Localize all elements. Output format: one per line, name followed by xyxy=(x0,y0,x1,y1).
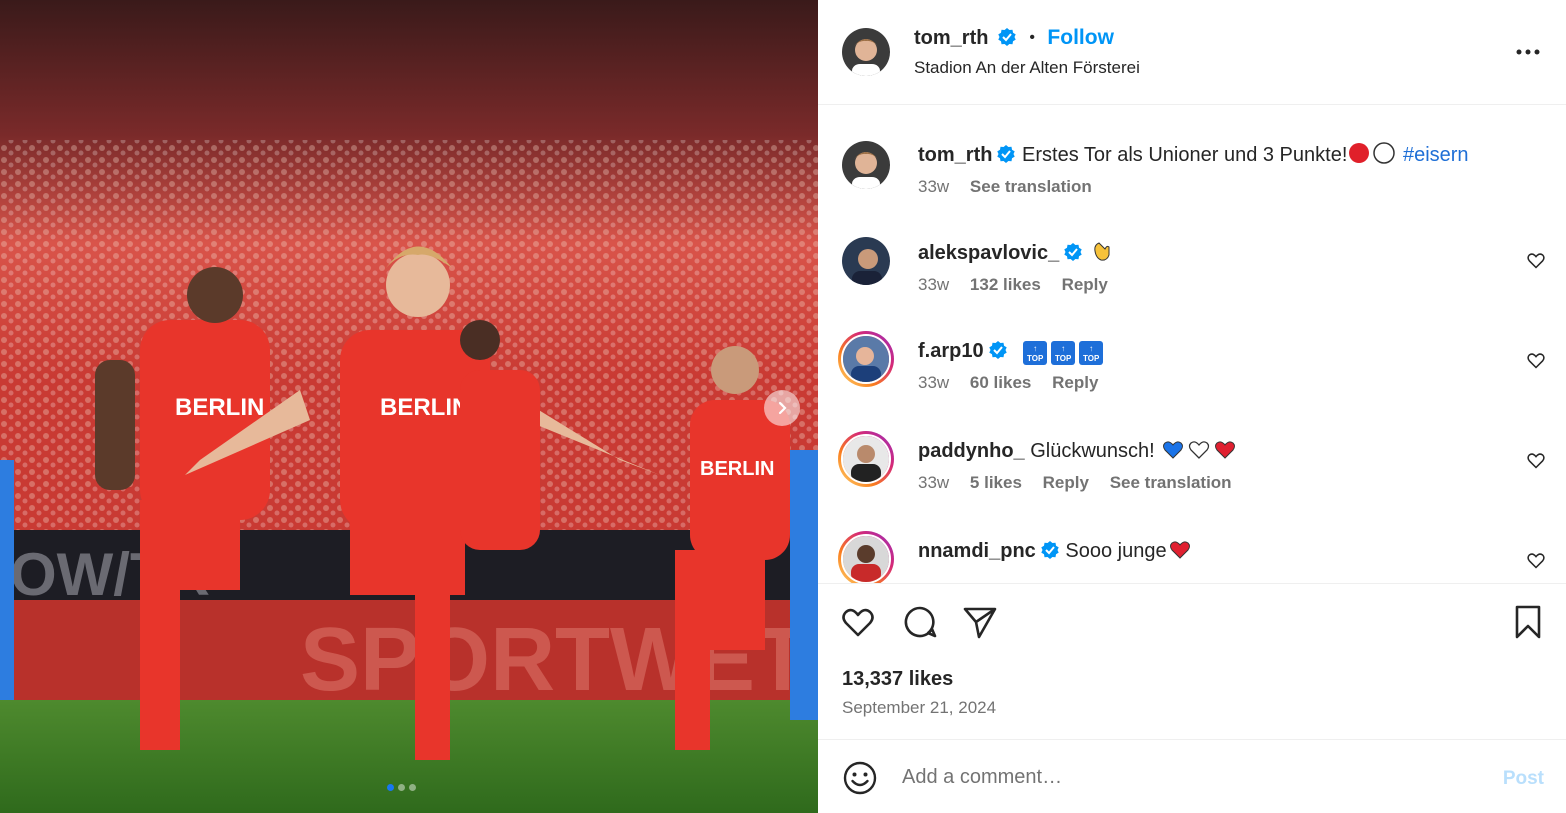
comment-time: 33w xyxy=(918,473,950,492)
comment-avatar-story[interactable] xyxy=(838,331,894,387)
emoji-picker-icon[interactable] xyxy=(842,760,878,796)
top-arrow-icon: ↑ TOP xyxy=(1051,341,1076,365)
post-date: September 21, 2024 xyxy=(842,698,997,717)
carousel-indicator xyxy=(387,784,416,791)
comment-item: paddynho_ Glückwunsch! 33w 5 likes Reply… xyxy=(918,437,1518,493)
author-username[interactable]: tom_rth xyxy=(914,27,988,49)
avatar-image xyxy=(842,28,890,76)
comment-input[interactable] xyxy=(902,762,1462,792)
comment-item: nnamdi_pnc Sooo junge xyxy=(918,537,1518,565)
avatar-image xyxy=(843,536,889,582)
verified-badge-icon xyxy=(988,341,1007,359)
like-comment-heart-icon[interactable] xyxy=(1526,250,1546,270)
blue-heart-icon xyxy=(1163,441,1184,459)
comment-username[interactable]: paddynho_ xyxy=(918,440,1025,462)
comment-item: alekspavlovic_ 33w 132 likes Reply xyxy=(918,237,1518,295)
comment-likes[interactable]: 132 likes xyxy=(970,275,1041,294)
caption-avatar[interactable] xyxy=(842,141,890,189)
top-arrow-icon: ↑ TOP xyxy=(1079,341,1104,365)
verified-badge-icon xyxy=(1064,243,1082,261)
caption-text: Erstes Tor als Unioner und 3 Punkte! xyxy=(1022,144,1348,166)
comment-time: 33w xyxy=(918,275,950,294)
red-circle-icon xyxy=(1349,143,1370,163)
comment-avatar-story[interactable] xyxy=(838,531,894,583)
likes-count[interactable]: 13,337 likes xyxy=(842,668,953,691)
opponent-right xyxy=(790,450,818,720)
verified-badge-icon xyxy=(1041,541,1059,559)
post-header: tom_rth • Follow Stadion An der Alten Fö… xyxy=(818,0,1566,105)
follow-button[interactable]: Follow xyxy=(1047,26,1114,49)
see-translation-link[interactable]: See translation xyxy=(970,177,1092,196)
comment-text: Sooo junge xyxy=(1065,540,1167,562)
comment-likes[interactable]: 5 likes xyxy=(970,473,1022,492)
red-heart-icon xyxy=(1215,441,1236,459)
post-comment-button[interactable]: Post xyxy=(1503,768,1544,790)
bookmark-save-icon[interactable] xyxy=(1510,604,1546,640)
reply-button[interactable]: Reply xyxy=(1062,275,1108,294)
post-panel: tom_rth • Follow Stadion An der Alten Fö… xyxy=(818,0,1566,813)
like-comment-heart-icon[interactable] xyxy=(1526,550,1546,570)
like-comment-heart-icon[interactable] xyxy=(1526,450,1546,470)
like-heart-icon[interactable] xyxy=(840,604,876,640)
verified-badge-icon xyxy=(998,28,1016,46)
comment-username[interactable]: alekspavlovic_ xyxy=(918,242,1059,264)
svg-text:BERLIN: BERLIN xyxy=(380,394,469,421)
avatar-image xyxy=(843,336,889,382)
caption-username[interactable]: tom_rth xyxy=(918,144,992,166)
add-comment-bar: Post xyxy=(818,739,1566,813)
comment-bubble-icon[interactable] xyxy=(902,604,938,640)
svg-text:BERLIN: BERLIN xyxy=(175,394,264,421)
white-circle-icon xyxy=(1373,142,1396,164)
reply-button[interactable]: Reply xyxy=(1043,473,1089,492)
chevron-right-icon xyxy=(778,401,787,415)
like-comment-heart-icon[interactable] xyxy=(1526,350,1546,370)
comment-text: Glückwunsch! xyxy=(1030,440,1155,462)
carousel-dot xyxy=(409,784,416,791)
post-media[interactable]: SPORTWETTEN OW/TR BERLIN BERLIN xyxy=(0,0,818,813)
see-translation-link[interactable]: See translation xyxy=(1110,473,1232,492)
avatar-image xyxy=(843,436,889,482)
comments-list[interactable]: tom_rth Erstes Tor als Unioner und 3 Pun… xyxy=(818,105,1566,583)
avatar-image xyxy=(842,237,890,285)
carousel-dot xyxy=(398,784,405,791)
verified-badge-icon xyxy=(997,145,1016,163)
author-avatar[interactable] xyxy=(842,28,890,76)
post-photo: SPORTWETTEN OW/TR BERLIN BERLIN xyxy=(0,0,818,813)
comment-item: f.arp10 ↑ TOP↑ TOP↑ TOP 33w 60 likes Reply xyxy=(918,337,1518,393)
svg-text:BERLIN: BERLIN xyxy=(700,458,774,480)
post-location[interactable]: Stadion An der Alten Försterei xyxy=(914,58,1140,78)
white-heart-icon xyxy=(1189,441,1210,459)
comment-avatar-story[interactable] xyxy=(838,431,894,487)
reply-button[interactable]: Reply xyxy=(1052,373,1098,392)
separator: • xyxy=(1029,29,1035,46)
hashtag-link[interactable]: #eisern xyxy=(1403,144,1469,166)
avatar-image xyxy=(842,141,890,189)
post-actions: 13,337 likes September 21, 2024 xyxy=(818,583,1566,739)
carousel-next-button[interactable] xyxy=(764,390,800,426)
clapping-hands-icon xyxy=(1094,242,1110,261)
comment-avatar[interactable] xyxy=(842,237,890,285)
comment-username[interactable]: f.arp10 xyxy=(918,340,984,362)
comment-username[interactable]: nnamdi_pnc xyxy=(918,540,1036,562)
more-options-icon[interactable] xyxy=(1514,38,1542,66)
caption-time: 33w xyxy=(918,177,950,196)
comment-likes[interactable]: 60 likes xyxy=(970,373,1031,392)
caption: tom_rth Erstes Tor als Unioner und 3 Pun… xyxy=(918,141,1538,197)
opponent-left xyxy=(0,460,14,700)
carousel-dot xyxy=(387,784,394,791)
comment-time: 33w xyxy=(918,373,950,392)
red-heart-icon xyxy=(1169,541,1190,559)
share-send-icon[interactable] xyxy=(962,604,998,640)
top-arrow-icon: ↑ TOP xyxy=(1023,341,1048,365)
